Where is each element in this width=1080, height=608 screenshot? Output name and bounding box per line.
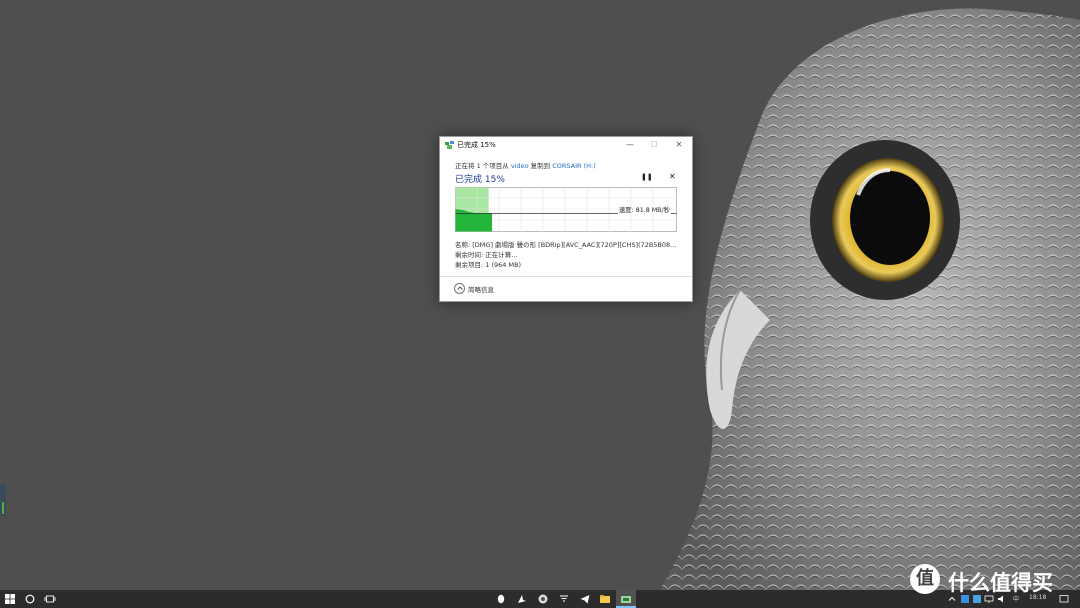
operation-description: 正在将 1 个项目从 video 复制到 CORSAIR (H:) bbox=[455, 160, 596, 170]
wallpaper-owl bbox=[660, 8, 1080, 590]
percent-complete-heading: 已完成 15% bbox=[455, 175, 505, 185]
details-label: 简略信息 bbox=[468, 286, 494, 294]
items-remaining-line: 剩余项目: 1 (964 MB) bbox=[455, 261, 522, 269]
copy-app-icon bbox=[445, 141, 454, 149]
file-explorer-icon[interactable] bbox=[599, 593, 611, 605]
task-view-icon[interactable] bbox=[44, 593, 56, 605]
browser-icon[interactable] bbox=[537, 593, 549, 605]
chevron-up-icon bbox=[454, 283, 465, 294]
pause-button[interactable]: ❚❚ bbox=[641, 173, 653, 181]
operation-middle: 复制到 bbox=[528, 162, 553, 170]
qq-icon[interactable] bbox=[495, 593, 507, 605]
file-name-line: 名称: [DMG] 劇場版 聲の形 [BDRip][AVC_AAC][720P]… bbox=[455, 241, 677, 249]
close-button[interactable]: ✕ bbox=[667, 137, 691, 153]
cancel-button[interactable]: ✕ bbox=[669, 172, 676, 181]
watermark-text: 什么值得买 bbox=[948, 571, 1053, 595]
minimize-button[interactable]: — bbox=[618, 137, 642, 153]
copy-progress-dialog: 已完成 15% — ☐ ✕ 正在将 1 个项目从 video 复制到 CORSA… bbox=[439, 136, 693, 302]
smzdm-watermark: 值 什么值得买 bbox=[910, 564, 1070, 596]
copy-dialog-taskbar-icon bbox=[621, 596, 631, 603]
dialog-titlebar[interactable]: 已完成 15% — ☐ ✕ bbox=[440, 137, 692, 153]
watermark-logo: 值 bbox=[910, 564, 940, 594]
time-remaining-line: 剩余时间: 正在计算... bbox=[455, 251, 518, 259]
network-app-icon[interactable] bbox=[558, 593, 570, 605]
operation-prefix: 正在将 1 个项目从 bbox=[455, 162, 511, 170]
pinned-app-icon[interactable] bbox=[516, 593, 528, 605]
side-widget[interactable] bbox=[0, 484, 6, 516]
source-folder-link[interactable]: video bbox=[511, 162, 529, 170]
fewer-details-toggle[interactable]: 简略信息 bbox=[454, 283, 574, 295]
dialog-divider bbox=[440, 276, 692, 277]
maximize-button: ☐ bbox=[650, 140, 658, 149]
telegram-icon[interactable] bbox=[579, 593, 591, 605]
cortana-search-icon[interactable] bbox=[24, 593, 36, 605]
speed-label: 速度: 81.8 MB/秒 bbox=[618, 205, 671, 214]
active-copy-task-button[interactable] bbox=[616, 590, 636, 608]
dialog-title: 已完成 15% bbox=[457, 141, 496, 149]
destination-drive-link[interactable]: CORSAIR (H:) bbox=[552, 162, 596, 170]
windows-start-icon[interactable] bbox=[4, 593, 16, 605]
